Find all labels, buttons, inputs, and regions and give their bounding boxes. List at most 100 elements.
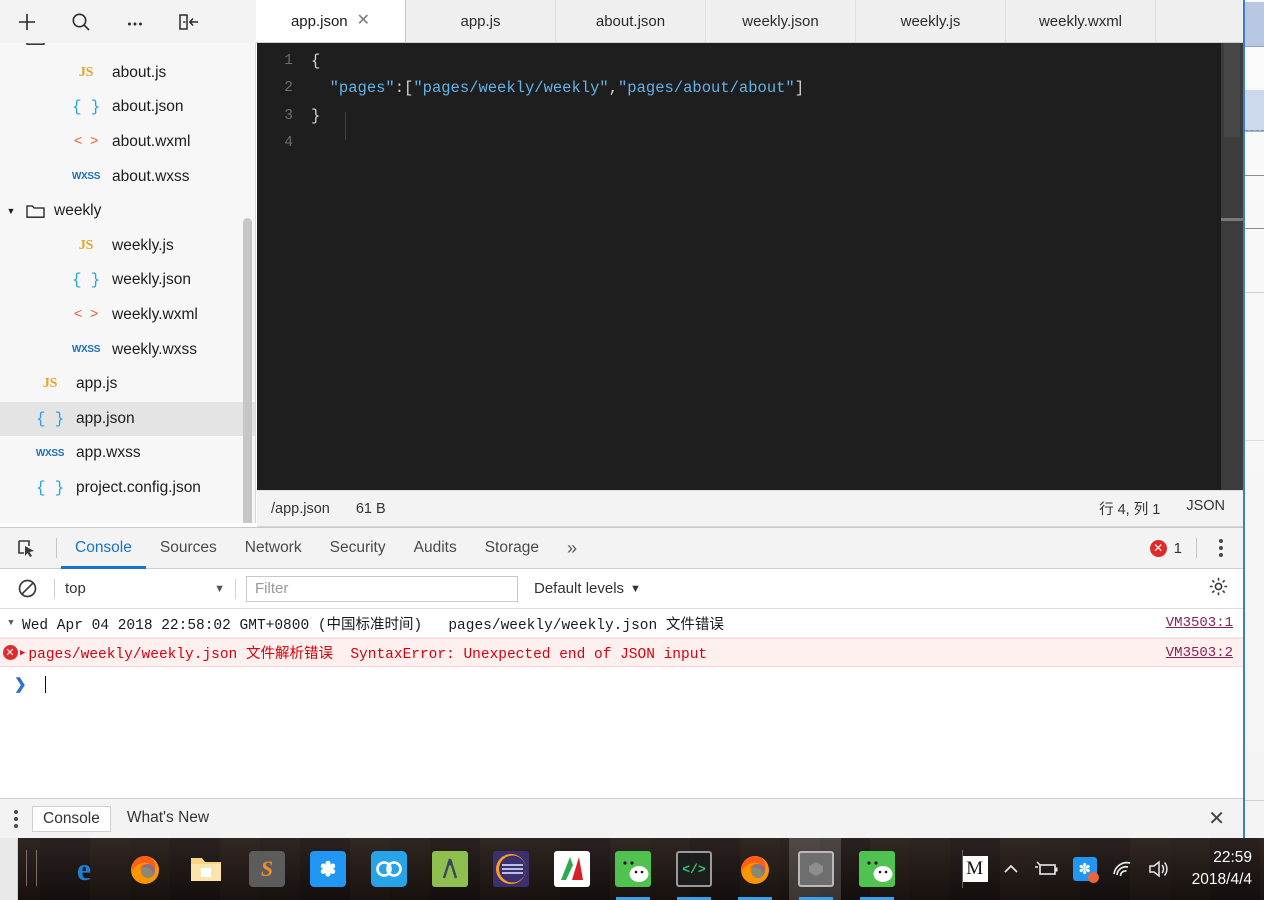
- devtools-menu-button[interactable]: [1211, 535, 1231, 561]
- taskbar-app-sublime-text[interactable]: S: [241, 844, 293, 894]
- close-tab-icon[interactable]: ✕: [357, 13, 370, 29]
- taskbar-clock[interactable]: 22:592018/4/4: [1184, 847, 1252, 892]
- console-filter-input[interactable]: [246, 576, 518, 602]
- file-tree-scrollbar[interactable]: [243, 218, 252, 523]
- json-file-icon: { }: [68, 98, 104, 116]
- devtools-tab-console[interactable]: Console: [61, 528, 146, 569]
- taskbar-app-firefox[interactable]: [119, 844, 171, 894]
- expand-triangle-icon[interactable]: ▼: [0, 618, 22, 628]
- editor-tab-app-json[interactable]: app.json✕: [256, 0, 406, 42]
- clear-console-button[interactable]: [10, 572, 44, 606]
- file-tree-item-weekly[interactable]: ▼weekly: [0, 194, 255, 229]
- console-row[interactable]: ✕▶pages/weekly/weekly.json 文件解析错误 Syntax…: [0, 638, 1243, 667]
- code-line[interactable]: 4: [257, 130, 1243, 158]
- taskbar-app-adobe-app[interactable]: [546, 844, 598, 894]
- more-tabs-button[interactable]: »: [553, 538, 591, 559]
- file-tree-item-app-json[interactable]: { }app.json: [0, 402, 255, 437]
- expand-triangle-icon[interactable]: ▶: [20, 648, 28, 658]
- taskbar-app-snipaste[interactable]: ✽: [302, 844, 354, 894]
- console-source-link[interactable]: VM3503:1: [1166, 615, 1233, 631]
- code-line-text[interactable]: }: [311, 107, 320, 125]
- console-settings-button[interactable]: [1208, 576, 1233, 602]
- drawer-menu-button[interactable]: [6, 806, 26, 832]
- add-file-button[interactable]: [0, 0, 54, 43]
- console-context-select[interactable]: top ▼: [65, 580, 225, 597]
- code-token: "pages/about/about": [618, 79, 795, 97]
- editor-tab-weekly-js[interactable]: weekly.js: [856, 0, 1006, 42]
- inspect-element-button[interactable]: [0, 528, 52, 569]
- taskbar-app-edge[interactable]: e: [58, 844, 110, 894]
- file-tree-item-weekly-wxml[interactable]: < >weekly.wxml: [0, 298, 255, 333]
- more-options-button[interactable]: [108, 0, 162, 43]
- console-row[interactable]: ▼Wed Apr 04 2018 22:58:02 GMT+0800 (中国标准…: [0, 609, 1243, 638]
- code-line-text[interactable]: {: [311, 52, 320, 70]
- code-line-text[interactable]: "pages":["pages/weekly/weekly","pages/ab…: [311, 79, 804, 97]
- file-tree-item-weekly-json[interactable]: { }weekly.json: [0, 263, 255, 298]
- file-tree-item-app-js[interactable]: JSapp.js: [0, 367, 255, 402]
- status-language-mode[interactable]: JSON: [1186, 498, 1225, 519]
- m-logo-icon[interactable]: M: [962, 856, 988, 882]
- file-tree-item-about[interactable]: ▼about: [0, 43, 255, 56]
- status-cursor-position[interactable]: 行 4, 列 1: [1099, 498, 1160, 519]
- editor-scrollbar-thumb[interactable]: [1224, 43, 1240, 137]
- taskbar-app-wechat-2[interactable]: [851, 844, 903, 894]
- filter-divider-2: [235, 579, 236, 599]
- devtools-tab-security[interactable]: Security: [316, 528, 400, 569]
- taskbar-app-file-explorer[interactable]: [180, 844, 232, 894]
- editor-scrollbar-marker: [1221, 218, 1243, 221]
- file-tree-item-about-wxml[interactable]: < >about.wxml: [0, 125, 255, 160]
- devtools-tab-storage[interactable]: Storage: [471, 528, 553, 569]
- code-line[interactable]: 1{: [257, 47, 1243, 75]
- taskbar-app-wechat[interactable]: [607, 844, 659, 894]
- code-token: ]: [795, 79, 804, 97]
- code-line[interactable]: 2 "pages":["pages/weekly/weekly","pages/…: [257, 75, 1243, 103]
- file-tree-item-weekly-wxss[interactable]: WXSSweekly.wxss: [0, 332, 255, 367]
- taskbar-drag-handle[interactable]: [26, 850, 37, 886]
- chevron-down-icon[interactable]: ▼: [0, 206, 22, 216]
- file-tree-item-app-wxss[interactable]: WXSSapp.wxss: [0, 436, 255, 471]
- devtools-tab-sources[interactable]: Sources: [146, 528, 231, 569]
- bluetooth-share-icon[interactable]: ✽: [1073, 857, 1097, 881]
- editor-tab-about-json[interactable]: about.json: [556, 0, 706, 42]
- editor-tab-weekly-json[interactable]: weekly.json: [706, 0, 856, 42]
- code-editor[interactable]: 1{2 "pages":["pages/weekly/weekly","page…: [257, 43, 1243, 490]
- file-tree-item-weekly-js[interactable]: JSweekly.js: [0, 229, 255, 264]
- taskbar-app-android-studio[interactable]: [424, 844, 476, 894]
- close-drawer-button[interactable]: ✕: [1208, 809, 1237, 829]
- show-hidden-icons-icon[interactable]: [1001, 859, 1021, 879]
- devtools-tab-network[interactable]: Network: [231, 528, 316, 569]
- drawer-tab-console[interactable]: Console: [32, 806, 111, 832]
- volume-icon[interactable]: [1147, 859, 1171, 879]
- devtools-tab-audits[interactable]: Audits: [400, 528, 471, 569]
- search-button[interactable]: [54, 0, 108, 43]
- console-prompt-row[interactable]: ❯: [0, 667, 1243, 701]
- file-tree-item-project-config-json[interactable]: { }project.config.json: [0, 471, 255, 506]
- battery-icon[interactable]: [1034, 860, 1060, 878]
- taskbar-app-hbuilder[interactable]: [485, 844, 537, 894]
- console-levels-select[interactable]: Default levels ▼: [534, 580, 641, 597]
- drawer-tab-what-s-new[interactable]: What's New: [117, 806, 219, 832]
- code-content[interactable]: 1{2 "pages":["pages/weekly/weekly","page…: [257, 43, 1243, 157]
- editor-tab-weekly-wxml[interactable]: weekly.wxml: [1006, 0, 1156, 42]
- background-window-divider-4: [1245, 292, 1264, 293]
- editor-tab-app-js[interactable]: app.js: [406, 0, 556, 42]
- console-messages[interactable]: ▼Wed Apr 04 2018 22:58:02 GMT+0800 (中国标准…: [0, 609, 1243, 798]
- file-tree-label: weekly.wxml: [104, 306, 198, 324]
- editor-scrollbar-track[interactable]: [1221, 43, 1243, 490]
- wifi-icon[interactable]: [1110, 859, 1134, 879]
- edge-icon: e: [66, 851, 102, 887]
- taskbar-app-wechat-devtools[interactable]: </>: [668, 844, 720, 894]
- file-tree-item-about-wxss[interactable]: WXSSabout.wxss: [0, 159, 255, 194]
- error-count-badge[interactable]: ✕ 1: [1150, 540, 1182, 557]
- console-source-link[interactable]: VM3503:2: [1166, 645, 1233, 661]
- file-tree-item-about-json[interactable]: { }about.json: [0, 90, 255, 125]
- taskbar-app-active-window[interactable]: [790, 844, 842, 894]
- taskbar-app-firefox-2[interactable]: [729, 844, 781, 894]
- background-window[interactable]: [1243, 0, 1264, 838]
- inspect-element-icon: [16, 538, 37, 559]
- collapse-sidebar-button[interactable]: [162, 0, 216, 43]
- file-tree-item-about-js[interactable]: JSabout.js: [0, 56, 255, 91]
- taskbar-app-baidu-netdisk[interactable]: [363, 844, 415, 894]
- file-tree: ▼aboutJSabout.js{ }about.json< >about.wx…: [0, 43, 255, 505]
- code-line[interactable]: 3}: [257, 102, 1243, 130]
